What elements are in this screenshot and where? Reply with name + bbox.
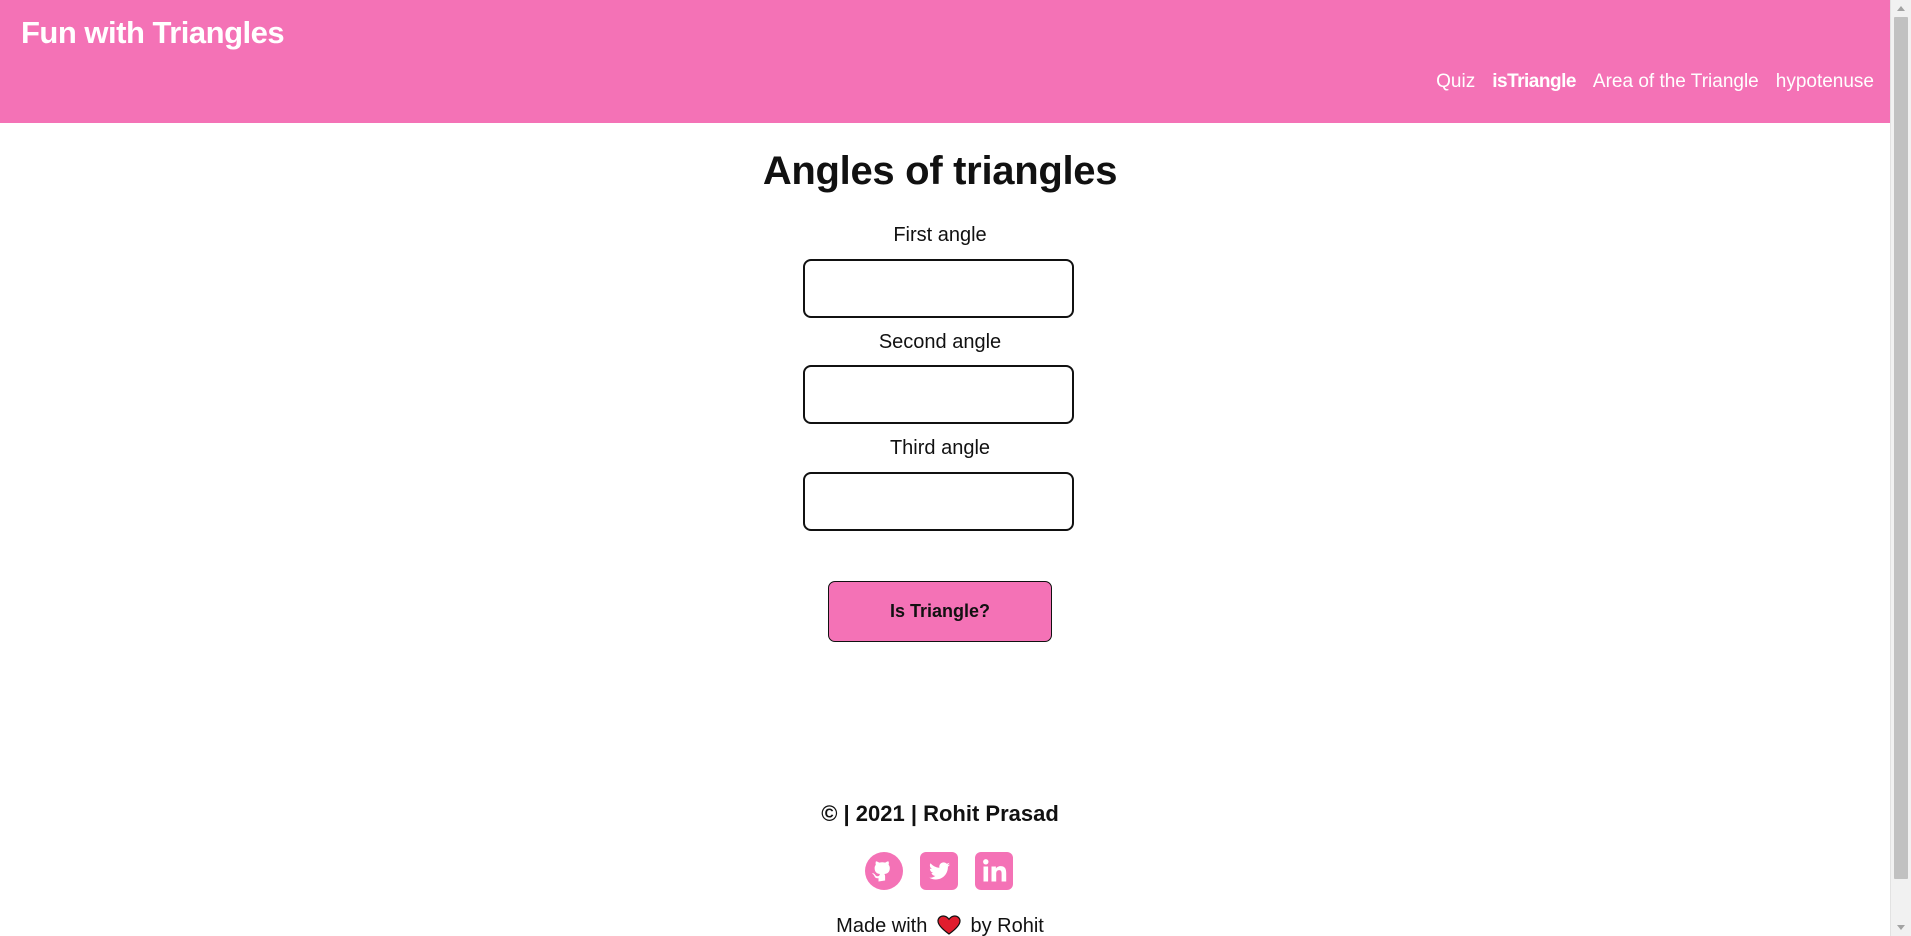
brand-title[interactable]: Fun with Triangles (21, 15, 285, 51)
linkedin-icon-svg (975, 852, 1013, 890)
first-angle-input[interactable] (803, 259, 1074, 318)
scroll-down-arrow-icon[interactable] (1891, 919, 1911, 936)
second-angle-input[interactable] (803, 365, 1074, 424)
heart-icon (937, 915, 961, 935)
page: Fun with Triangles Quiz isTriangle Area … (0, 0, 1911, 936)
twitter-icon-svg (920, 852, 958, 890)
scrollbar-thumb[interactable] (1894, 17, 1908, 879)
social-links (864, 851, 1014, 891)
is-triangle-button[interactable]: Is Triangle? (828, 581, 1052, 642)
navbar: Fun with Triangles Quiz isTriangle Area … (0, 0, 1890, 123)
nav-link-area[interactable]: Area of the Triangle (1593, 71, 1759, 93)
made-with-prefix: Made with (836, 915, 928, 936)
page-title: Angles of triangles (762, 149, 1118, 193)
nav-link-quiz[interactable]: Quiz (1436, 71, 1475, 93)
first-angle-label: First angle (893, 224, 987, 246)
viewport: Fun with Triangles Quiz isTriangle Area … (0, 0, 1890, 936)
third-angle-input[interactable] (803, 472, 1074, 531)
made-with-suffix: by Rohit (970, 915, 1044, 936)
footer-copyright: © | 2021 | Rohit Prasad (821, 801, 1059, 826)
vertical-scrollbar[interactable] (1890, 0, 1911, 936)
nav-link-istriangle[interactable]: isTriangle (1492, 71, 1576, 93)
twitter-icon[interactable] (919, 851, 959, 891)
linkedin-icon[interactable] (974, 851, 1014, 891)
github-icon-svg (865, 852, 903, 890)
scroll-up-arrow-icon[interactable] (1891, 0, 1911, 17)
github-icon[interactable] (864, 851, 904, 891)
second-angle-label: Second angle (878, 331, 1002, 353)
made-with-line: Made with by Rohit (0, 915, 1880, 936)
nav-link-hypotenuse[interactable]: hypotenuse (1776, 71, 1874, 93)
nav-links: Quiz isTriangle Area of the Triangle hyp… (1436, 71, 1874, 93)
third-angle-label: Third angle (889, 437, 991, 459)
